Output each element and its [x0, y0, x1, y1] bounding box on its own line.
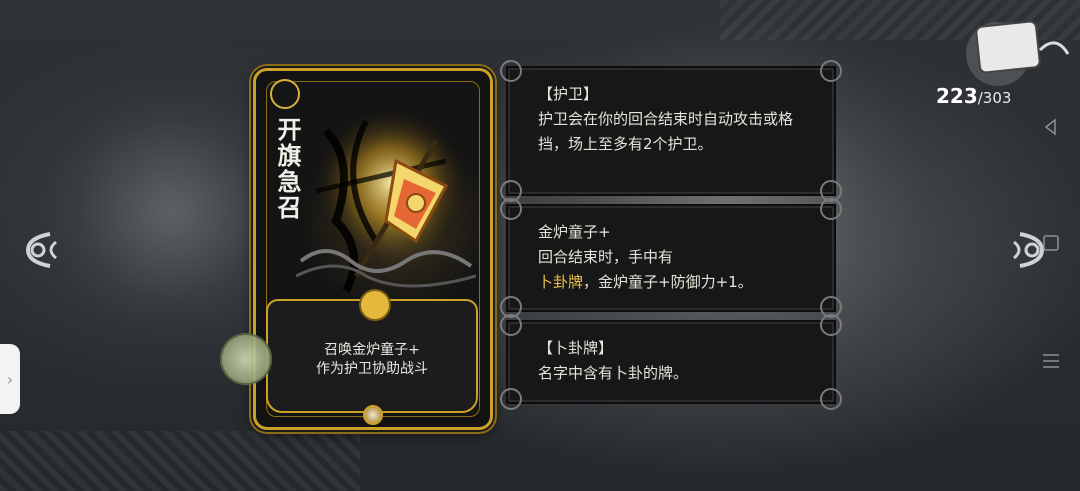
panel-body: 名字中含有卜卦的牌。	[538, 364, 689, 382]
card-seal-icon	[359, 289, 391, 321]
panel-text: 【卜卦牌】 名字中含有卜卦的牌。	[538, 336, 804, 386]
panel-body: 回合结束时，手中有	[538, 248, 674, 266]
panel-heading: 【护卫】	[538, 85, 599, 103]
previous-arrow-icon[interactable]	[20, 228, 62, 272]
deck-count-current: 223	[936, 84, 978, 108]
keyword-panel-guard: 【护卫】 护卫会在你的回合结束时自动攻击或格挡，场上至多有2个护卫。	[500, 60, 842, 202]
skill-card[interactable]: 开旗急召 召唤金炉童子+ 作为护卫协助战斗	[253, 68, 493, 430]
card-description-line: 作为护卫协助战斗	[316, 361, 428, 377]
keyword-highlight: 卜卦牌	[538, 273, 584, 291]
deck-count-total: /303	[977, 89, 1012, 107]
card-description-line: 召唤金炉童子+	[324, 342, 420, 358]
panel-heading: 金炉童子+	[538, 223, 611, 241]
home-icon[interactable]	[1040, 232, 1062, 254]
panel-body-line2: 卜卦牌，金炉童子+防御力+1。	[538, 270, 804, 295]
corner-ornament	[820, 388, 842, 410]
flag-art	[296, 111, 476, 293]
card-description: 召唤金炉童子+ 作为护卫协助战斗	[268, 341, 476, 379]
back-icon[interactable]	[1040, 116, 1062, 138]
panel-heading: 【卜卦牌】	[538, 339, 614, 357]
panel-text: 金炉童子+ 回合结束时，手中有 卜卦牌，金炉童子+防御力+1。	[538, 220, 804, 295]
keyword-panel-divination: 【卜卦牌】 名字中含有卜卦的牌。	[500, 314, 842, 410]
panel-body-rest: ，金炉童子+防御力+1。	[583, 273, 753, 291]
menu-icon[interactable]	[1040, 350, 1062, 372]
card-gem-icon	[363, 405, 383, 425]
side-drawer-handle[interactable]: ›	[0, 344, 20, 414]
corner-ornament	[500, 388, 522, 410]
deck-counter: 223/303	[936, 84, 1011, 108]
deck-icon[interactable]	[960, 14, 1072, 86]
guard-stamp-icon	[220, 333, 272, 385]
chevron-right-icon: ›	[6, 369, 14, 389]
panel-body: 护卫会在你的回合结束时自动攻击或格挡，场上至多有2个护卫。	[538, 110, 794, 153]
unit-panel-golden-furnace: 金炉童子+ 回合结束时，手中有 卜卦牌，金炉童子+防御力+1。	[500, 198, 842, 318]
panel-text: 【护卫】 护卫会在你的回合结束时自动攻击或格挡，场上至多有2个护卫。	[538, 82, 804, 157]
fret-pattern	[0, 431, 360, 491]
